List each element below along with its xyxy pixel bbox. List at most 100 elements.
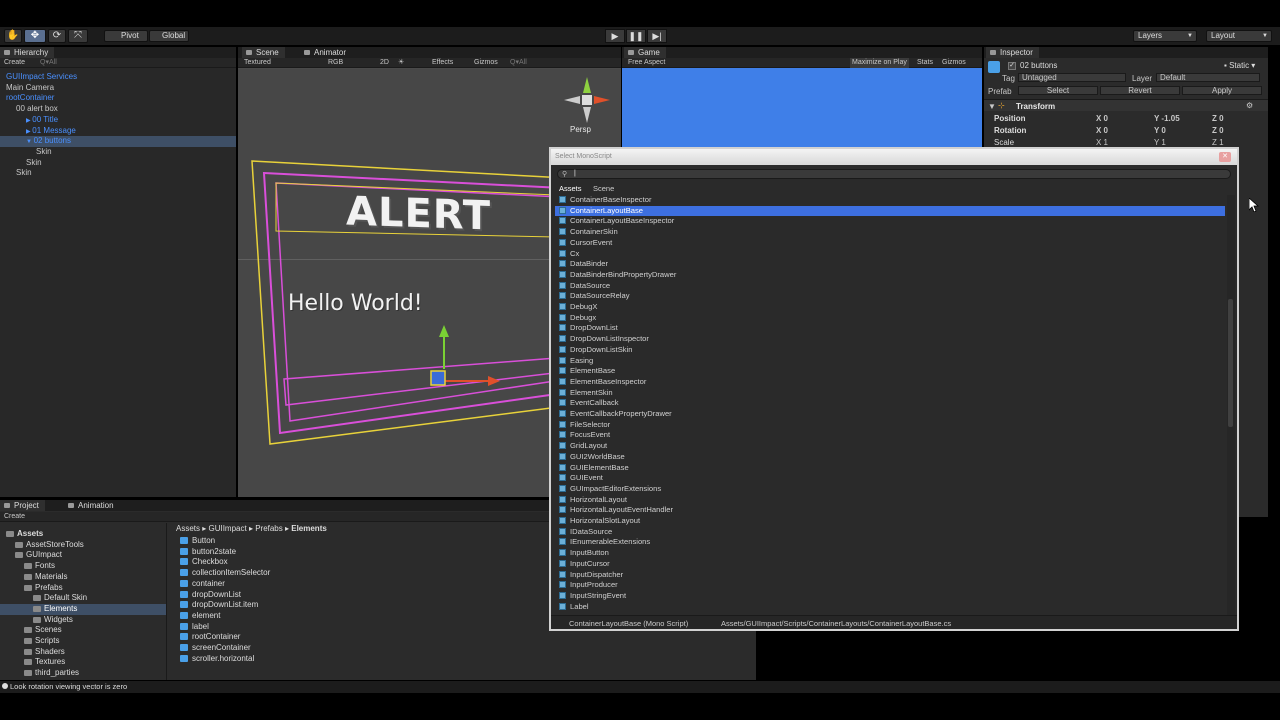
object-name-field[interactable]: 02 buttons — [1020, 61, 1057, 70]
breadcrumb-item[interactable]: GUIImpact — [208, 524, 246, 533]
monoscript-list-item[interactable]: DropDownListSkin — [559, 345, 632, 356]
project-file-item[interactable]: screenContainer — [180, 643, 251, 654]
hierarchy-item[interactable]: Skin — [0, 168, 236, 179]
component-settings-icon[interactable]: ⚙ — [1246, 101, 1253, 110]
global-toggle[interactable]: Global — [149, 30, 189, 42]
monoscript-list-item[interactable]: GUImpactEditorExtensions — [559, 484, 661, 495]
monoscript-list-item[interactable]: ContainerLayoutBaseInspector — [559, 216, 674, 227]
dialog-tab-assets[interactable]: Assets — [559, 184, 582, 193]
prefab-apply-button[interactable]: Apply — [1182, 86, 1262, 95]
project-folder-item[interactable]: GUImpact — [0, 550, 166, 561]
monoscript-list-item[interactable]: InputDispatcher — [559, 570, 623, 581]
game-gizmos-dropdown[interactable]: Gizmos — [942, 58, 966, 68]
hierarchy-item[interactable]: Skin — [0, 158, 236, 169]
project-folder-item[interactable]: Scenes — [0, 625, 166, 636]
breadcrumb-item[interactable]: Prefabs — [255, 524, 283, 533]
project-folder-item[interactable]: Materials — [0, 572, 166, 583]
monoscript-list-item[interactable]: GUI2WorldBase — [559, 452, 625, 463]
hierarchy-item[interactable]: ▼ 02 buttons — [0, 136, 236, 147]
project-folder-item[interactable]: Scripts — [0, 636, 166, 647]
create-dropdown[interactable]: Create — [4, 58, 25, 68]
monoscript-list-item[interactable]: InputProducer — [559, 580, 618, 591]
dialog-scrollbar[interactable] — [1227, 195, 1235, 615]
monoscript-list-item[interactable]: DataBinder — [559, 259, 608, 270]
monoscript-list-item[interactable]: ElementSkin — [559, 388, 613, 399]
transform-header[interactable]: ▼ ⊹ Transform ⚙ — [984, 99, 1268, 111]
monoscript-list-item[interactable]: DataBinderBindPropertyDrawer — [559, 270, 676, 281]
foldout-arrow-icon[interactable]: ▼ — [26, 139, 34, 145]
move-tool-button[interactable]: ✥ — [24, 29, 46, 43]
prefab-select-button[interactable]: Select — [1018, 86, 1098, 95]
hierarchy-search-input[interactable]: Q▾All — [40, 58, 160, 68]
layer-dropdown[interactable]: Default — [1156, 73, 1260, 82]
position-z-field[interactable]: Z 0 — [1212, 114, 1224, 123]
tab-scene[interactable]: Scene — [242, 47, 285, 58]
monoscript-list-item[interactable]: Label — [559, 602, 589, 613]
rgb-dropdown[interactable]: RGB — [328, 58, 343, 68]
monoscript-list-item[interactable]: CursorEvent — [559, 238, 612, 249]
project-file-item[interactable]: dropDownList.item — [180, 600, 258, 611]
monoscript-list-item[interactable]: EventCallback — [559, 398, 619, 409]
tab-game[interactable]: Game — [624, 47, 666, 58]
dialog-scrollbar-thumb[interactable] — [1228, 299, 1233, 427]
gizmos-dropdown[interactable]: Gizmos — [474, 58, 498, 68]
effects-dropdown[interactable]: Effects — [432, 58, 453, 68]
hierarchy-item[interactable]: ▶ 01 Message — [0, 126, 236, 137]
monoscript-list-item[interactable]: IDataSource — [559, 527, 612, 538]
pivot-toggle[interactable]: Pivot — [104, 30, 148, 42]
position-y-field[interactable]: Y -1.05 — [1154, 114, 1180, 123]
tab-inspector[interactable]: Inspector — [986, 47, 1039, 58]
scale-x-field[interactable]: X 1 — [1096, 138, 1108, 147]
tab-project[interactable]: Project — [0, 500, 45, 511]
pause-button[interactable]: ❚❚ — [626, 29, 646, 43]
monoscript-list-item[interactable]: GUIElementBase — [559, 463, 629, 474]
rotation-z-field[interactable]: Z 0 — [1212, 126, 1224, 135]
monoscript-list-item[interactable]: Easing — [559, 356, 593, 367]
project-folder-item[interactable]: third_parties — [0, 668, 166, 679]
rotation-y-field[interactable]: Y 0 — [1154, 126, 1166, 135]
monoscript-list-item[interactable]: ElementBaseInspector — [559, 377, 646, 388]
monoscript-list-item[interactable]: FocusEvent — [559, 430, 610, 441]
project-file-item[interactable]: Button — [180, 536, 215, 547]
monoscript-list-item[interactable]: InputStringEvent — [559, 591, 626, 602]
persp-label[interactable]: Persp — [570, 125, 591, 134]
tab-animation[interactable]: Animation — [64, 500, 120, 511]
dialog-tab-scene[interactable]: Scene — [593, 184, 614, 193]
project-file-item[interactable]: Checkbox — [180, 557, 228, 568]
monoscript-list-item[interactable]: DropDownList — [559, 323, 618, 334]
scale-z-field[interactable]: Z 1 — [1212, 138, 1224, 147]
project-file-item[interactable]: element — [180, 611, 220, 622]
project-folder-item[interactable]: Fonts — [0, 561, 166, 572]
project-file-item[interactable]: button2state — [180, 547, 236, 558]
monoscript-list-item[interactable]: InputButton — [559, 548, 609, 559]
scene-orientation-gizmo[interactable]: Persp — [562, 75, 612, 137]
hierarchy-item[interactable]: ▶ 00 Title — [0, 115, 236, 126]
monoscript-list-item[interactable]: EventCallbackPropertyDrawer — [559, 409, 672, 420]
scale-y-field[interactable]: Y 1 — [1154, 138, 1166, 147]
monoscript-list-item[interactable]: HorizontalLayoutEventHandler — [559, 505, 673, 516]
dialog-search-field[interactable]: ⚲ | — [557, 169, 1231, 179]
hierarchy-item[interactable]: rootContainer — [0, 93, 236, 104]
lighting-icon[interactable]: ☀ — [398, 58, 404, 68]
project-folder-item[interactable]: AssetStoreTools — [0, 540, 166, 551]
monoscript-list-item[interactable]: Cx — [559, 249, 579, 260]
step-button[interactable]: ▶| — [647, 29, 667, 43]
project-folder-item[interactable]: Textures — [0, 657, 166, 668]
hierarchy-item[interactable]: 00 alert box — [0, 104, 236, 115]
tab-animator[interactable]: Animator — [300, 47, 352, 58]
project-folder-item[interactable]: Widgets — [0, 615, 166, 626]
project-file-item[interactable]: collectionItemSelector — [180, 568, 270, 579]
scale-tool-button[interactable]: ⤧ — [68, 29, 88, 43]
monoscript-list-item[interactable]: DebugX — [559, 302, 597, 313]
monoscript-list-item[interactable]: DropDownListInspector — [559, 334, 649, 345]
monoscript-list-item[interactable]: DataSourceRelay — [559, 291, 630, 302]
monoscript-list-item[interactable]: HorizontalSlotLayout — [559, 516, 640, 527]
project-folder-item[interactable]: Shaders — [0, 647, 166, 658]
shading-mode-dropdown[interactable]: Textured — [244, 58, 271, 68]
prefab-revert-button[interactable]: Revert — [1100, 86, 1180, 95]
2d-toggle[interactable]: 2D — [380, 58, 389, 68]
stats-toggle[interactable]: Stats — [917, 58, 933, 68]
monoscript-list-item[interactable]: ContainerBaseInspector — [559, 195, 651, 206]
rotate-tool-button[interactable]: ⟳ — [48, 29, 66, 43]
monoscript-list-item[interactable]: ContainerLayoutBase — [555, 205, 1225, 217]
